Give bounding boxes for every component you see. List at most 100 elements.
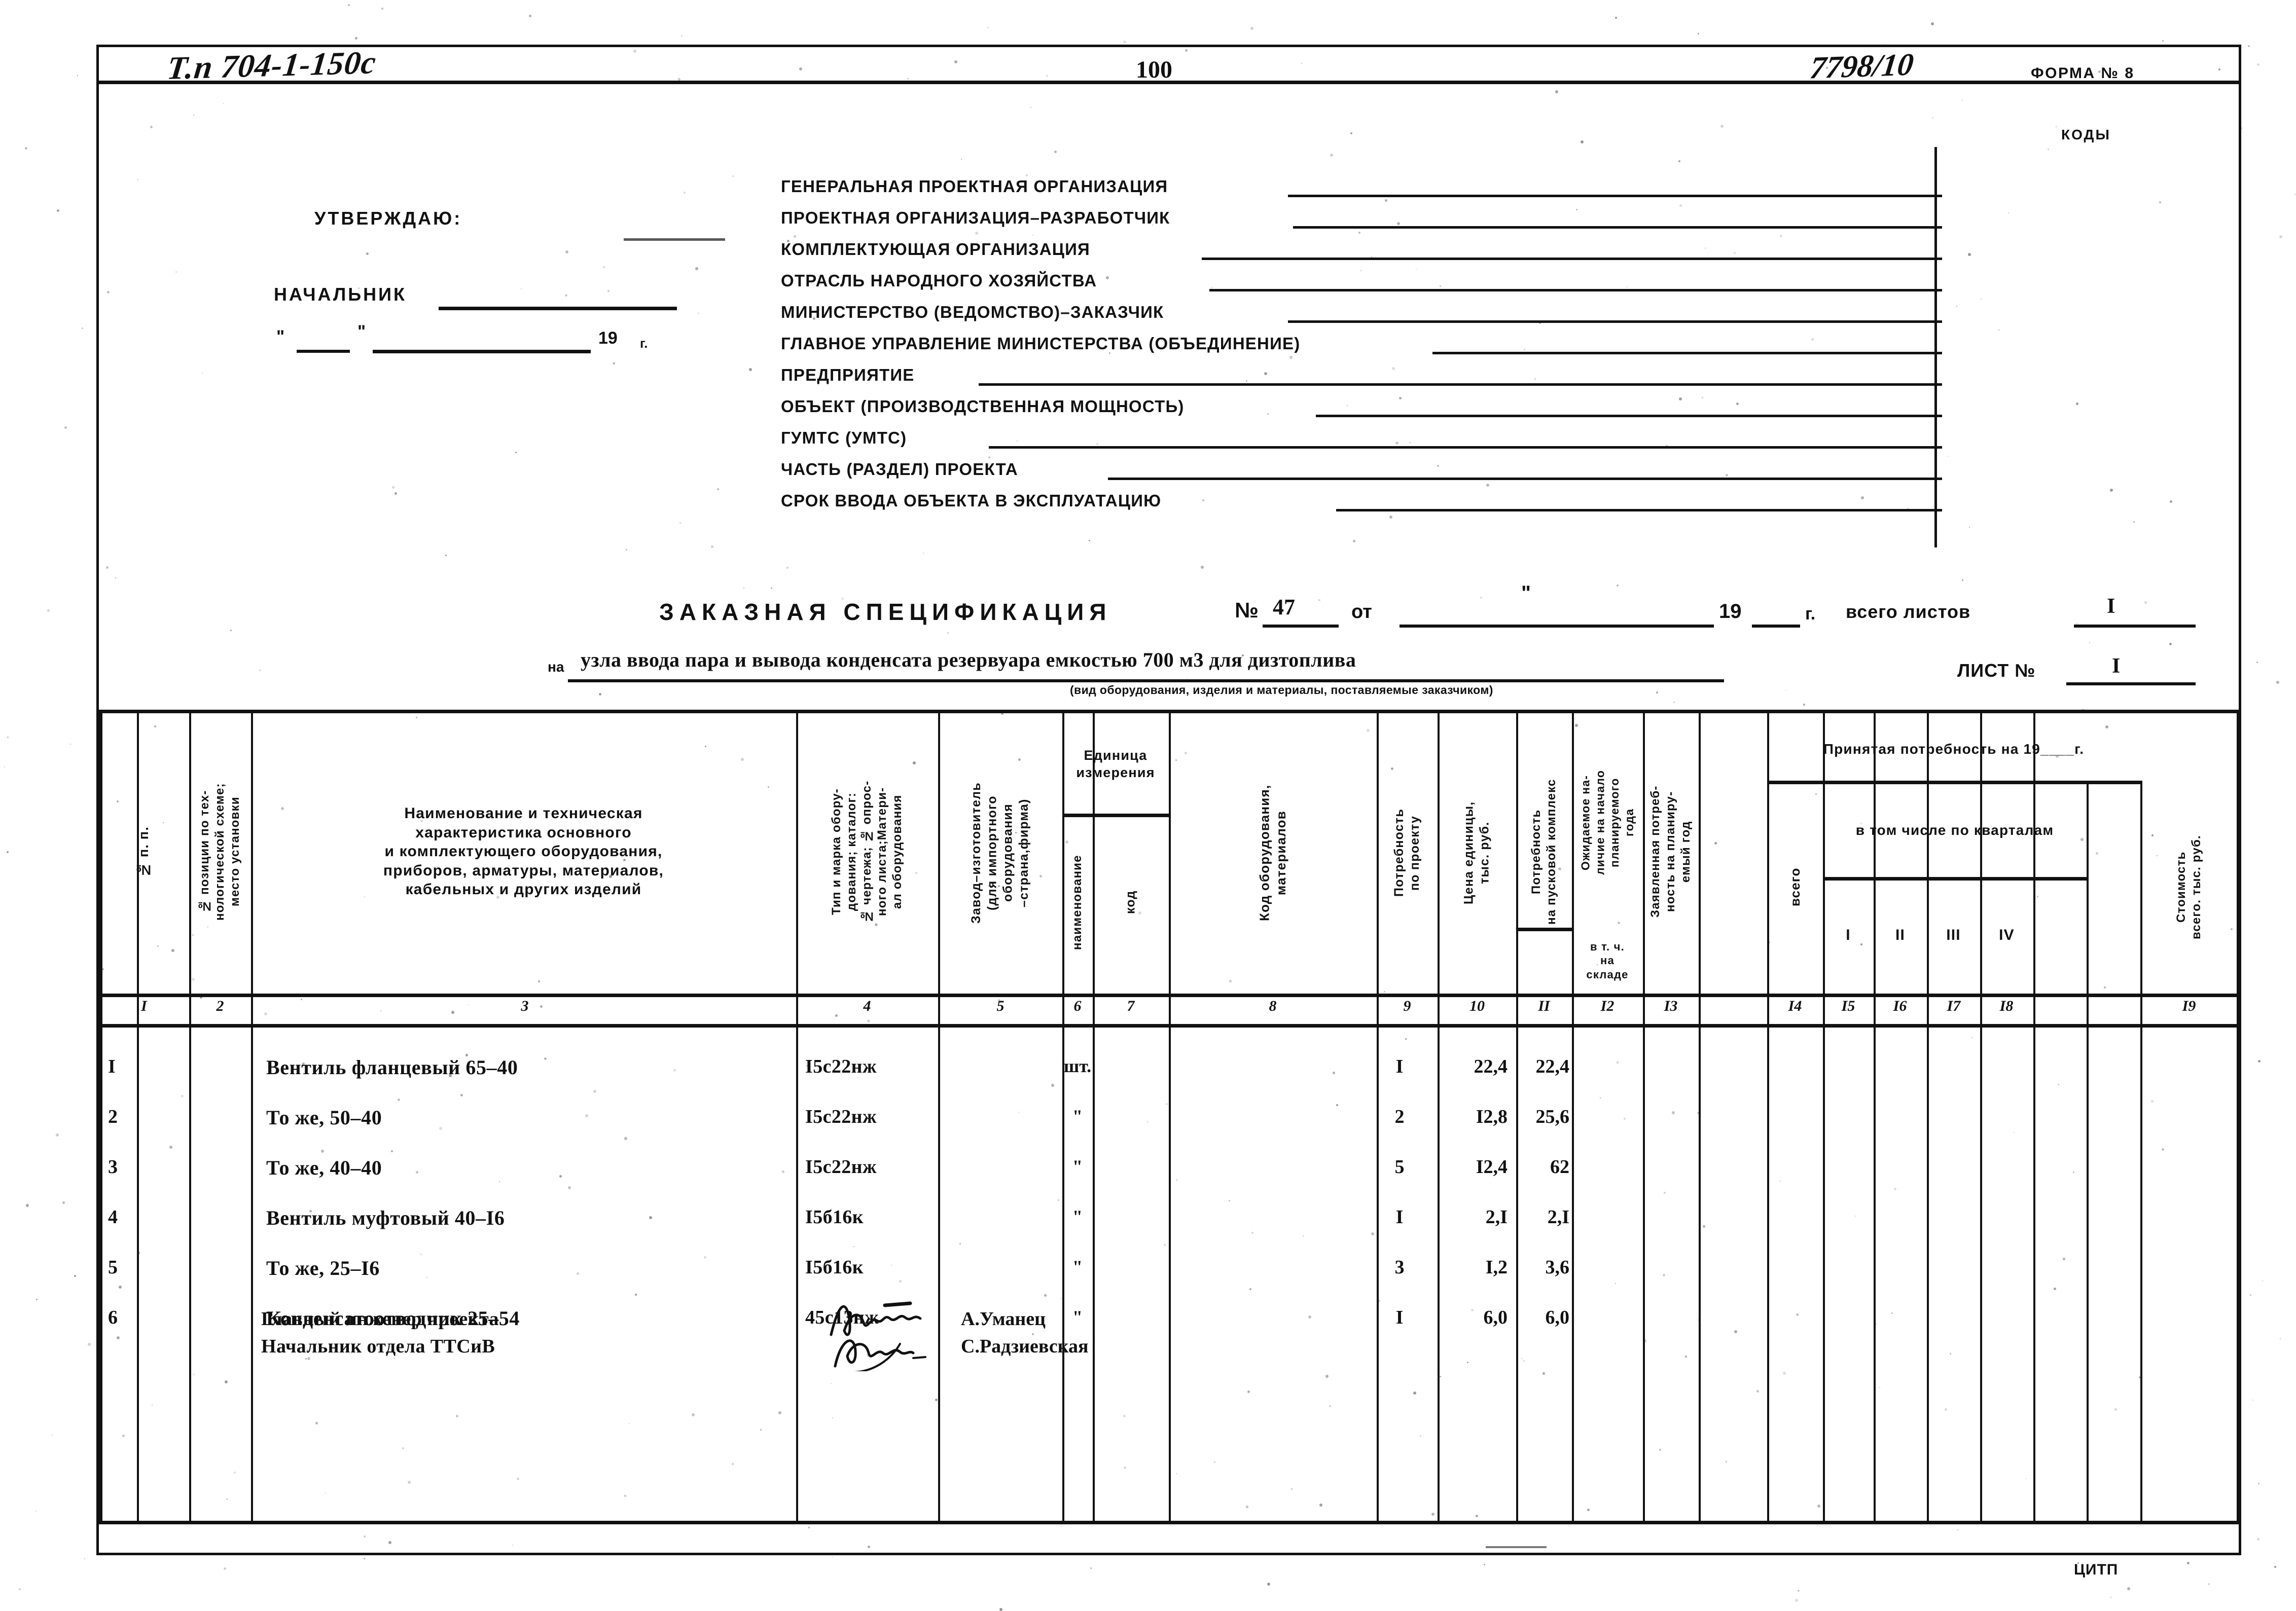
scan-speckle [2250, 1294, 2251, 1296]
scan-speckle [1931, 22, 1934, 25]
page-number: 100 [1136, 56, 1172, 83]
scan-speckle [987, 27, 989, 28]
table-cell: I5б16к [805, 1206, 864, 1228]
date-month-line[interactable] [373, 350, 591, 353]
document-code: Т.п 704-1-150с [165, 44, 378, 86]
table-column-number: 3 [521, 998, 529, 1014]
scan-speckle [2274, 1566, 2276, 1568]
org-field-row: МИНИСТЕРСТВО (ВЕДОМСТВО)–ЗАКАЗЧИК [781, 296, 1947, 327]
scan-speckle [2162, 40, 2164, 42]
table-header-cell: I [1846, 927, 1851, 944]
table-column-number: I2 [1600, 998, 1615, 1014]
scan-speckle [84, 1558, 85, 1559]
spec-date-line[interactable] [1400, 625, 1714, 628]
order-code: 7798/10 [1808, 47, 1916, 86]
org-field-label: ЧАСТЬ (РАЗДЕЛ) ПРОЕКТА [781, 460, 1018, 479]
table-column-number: I [141, 998, 147, 1014]
scan-speckle [348, 4, 350, 6]
org-field-label: ПРОЕКТНАЯ ОРГАНИЗАЦИЯ–РАЗРАБОТЧИК [781, 208, 1170, 227]
table-column-number: I5 [1841, 998, 1855, 1014]
table-column-divider [2087, 781, 2089, 1521]
scan-smudge [624, 238, 725, 241]
table-header-cell: Наименование и техническая характеристик… [383, 805, 664, 898]
org-field-input-line[interactable] [1209, 289, 1942, 291]
table-cell: 2,I [1485, 1206, 1508, 1228]
table-cell: 3 [1394, 1257, 1405, 1278]
scan-speckle [529, 15, 531, 17]
table-cell: То же, 25–I6 [266, 1257, 380, 1279]
scan-speckle [35, 1511, 37, 1512]
chief-signature-line[interactable] [439, 307, 677, 310]
spec-sheets-line [2074, 625, 2196, 628]
org-field-input-line[interactable] [1108, 478, 1942, 480]
table-column-number: I8 [1999, 998, 2014, 1014]
table-header-cell: Код оборудования, материалов [1257, 784, 1289, 922]
scan-speckle [2276, 681, 2279, 684]
spec-year-line[interactable] [1752, 625, 1800, 628]
spec-year-prefix: 19 [1719, 600, 1742, 623]
scan-speckle [82, 327, 83, 329]
org-field-row: ПРЕДПРИЯТИЕ [781, 358, 1947, 390]
org-field-input-line[interactable] [1288, 195, 1942, 197]
org-field-input-line[interactable] [1316, 415, 1942, 417]
scan-speckle [1795, 1599, 1798, 1602]
scan-speckle [2110, 1597, 2111, 1598]
table-cell: То же, 50–40 [266, 1106, 382, 1129]
org-field-input-line[interactable] [1293, 226, 1942, 229]
organization-field-list: ГЕНЕРАЛЬНАЯ ПРОЕКТНАЯ ОРГАНИЗАЦИЯ ПРОЕКТН… [781, 170, 1947, 516]
org-field-row: ОБЪЕКТ (ПРОИЗВОДСТВЕННАЯ МОЩНОСТЬ) [781, 390, 1947, 421]
table-cell: 62 [1550, 1156, 1569, 1178]
org-field-row: ЧАСТЬ (РАЗДЕЛ) ПРОЕКТА [781, 453, 1947, 484]
scan-speckle [62, 1201, 65, 1204]
table-header-cell: № п. п. [136, 826, 152, 877]
scan-speckle [1615, 17, 1617, 19]
scan-speckle [1090, 1567, 1092, 1569]
sheet-number-line [2066, 682, 2196, 685]
table-column-number: I7 [1947, 998, 1961, 1014]
org-field-input-line[interactable] [989, 446, 1942, 449]
scan-speckle [1250, 27, 1253, 30]
table-cell: 2 [108, 1106, 118, 1127]
org-field-input-line[interactable] [1202, 258, 1942, 260]
table-header-cell: IV [1999, 927, 2015, 944]
table-column-number: 10 [1469, 998, 1485, 1014]
table-cell: I2,8 [1476, 1106, 1508, 1127]
scan-speckle [57, 209, 59, 212]
table-row-divider [1062, 814, 1169, 817]
table-cell: 6 [108, 1307, 118, 1328]
date-day-line[interactable] [297, 350, 350, 353]
spec-number-value: 47 [1273, 595, 1295, 619]
org-field-input-line[interactable] [1432, 352, 1942, 354]
scan-speckle [2258, 1060, 2261, 1063]
org-field-input-line[interactable] [1288, 320, 1942, 323]
spec-year-suffix: г. [1805, 604, 1816, 624]
table-cell: шт. [1063, 1056, 1092, 1076]
table-header-cell: Единица измерения [1076, 747, 1155, 780]
org-field-input-line[interactable] [1336, 509, 1942, 511]
spec-sheets-value: I [2107, 595, 2115, 618]
table-cell: I5с22нж [805, 1106, 877, 1127]
org-field-row: СРОК ВВОДА ОБЪЕКТА В ЭКСПЛУАТАЦИЮ [781, 484, 1947, 516]
scan-speckle [25, 147, 27, 150]
org-field-row: ПРОЕКТНАЯ ОРГАНИЗАЦИЯ–РАЗРАБОТЧИК [781, 201, 1947, 233]
table-cell: " [1072, 1307, 1083, 1327]
org-field-input-line[interactable] [979, 383, 1942, 386]
table-column-number: 4 [863, 998, 871, 1014]
scan-speckle [70, 744, 71, 745]
codes-column-label: КОДЫ [2061, 127, 2111, 142]
subject-prefix: на [548, 659, 564, 675]
table-column-number: 7 [1127, 998, 1135, 1014]
table-header-cell: Стоимость всего. тыс. руб. [2174, 835, 2203, 939]
scan-speckle [1123, 41, 1126, 44]
table-column-number: II [1538, 998, 1550, 1014]
table-cell: I [108, 1056, 116, 1077]
scan-speckle [7, 737, 9, 738]
table-header-cell: Заявленная потреб- ность на планиру- емы… [1648, 785, 1693, 918]
table-cell: 5 [1394, 1156, 1405, 1178]
org-field-row: КОМПЛЕКТУЮЩАЯ ОРГАНИЗАЦИЯ [781, 233, 1947, 264]
spec-number-label: № [1235, 598, 1259, 622]
table-cell: 3 [108, 1156, 118, 1178]
table-header-cell: в т. ч. на складе [1586, 940, 1629, 981]
table-cell: 25,6 [1535, 1106, 1570, 1127]
scan-speckle [832, 1556, 833, 1557]
